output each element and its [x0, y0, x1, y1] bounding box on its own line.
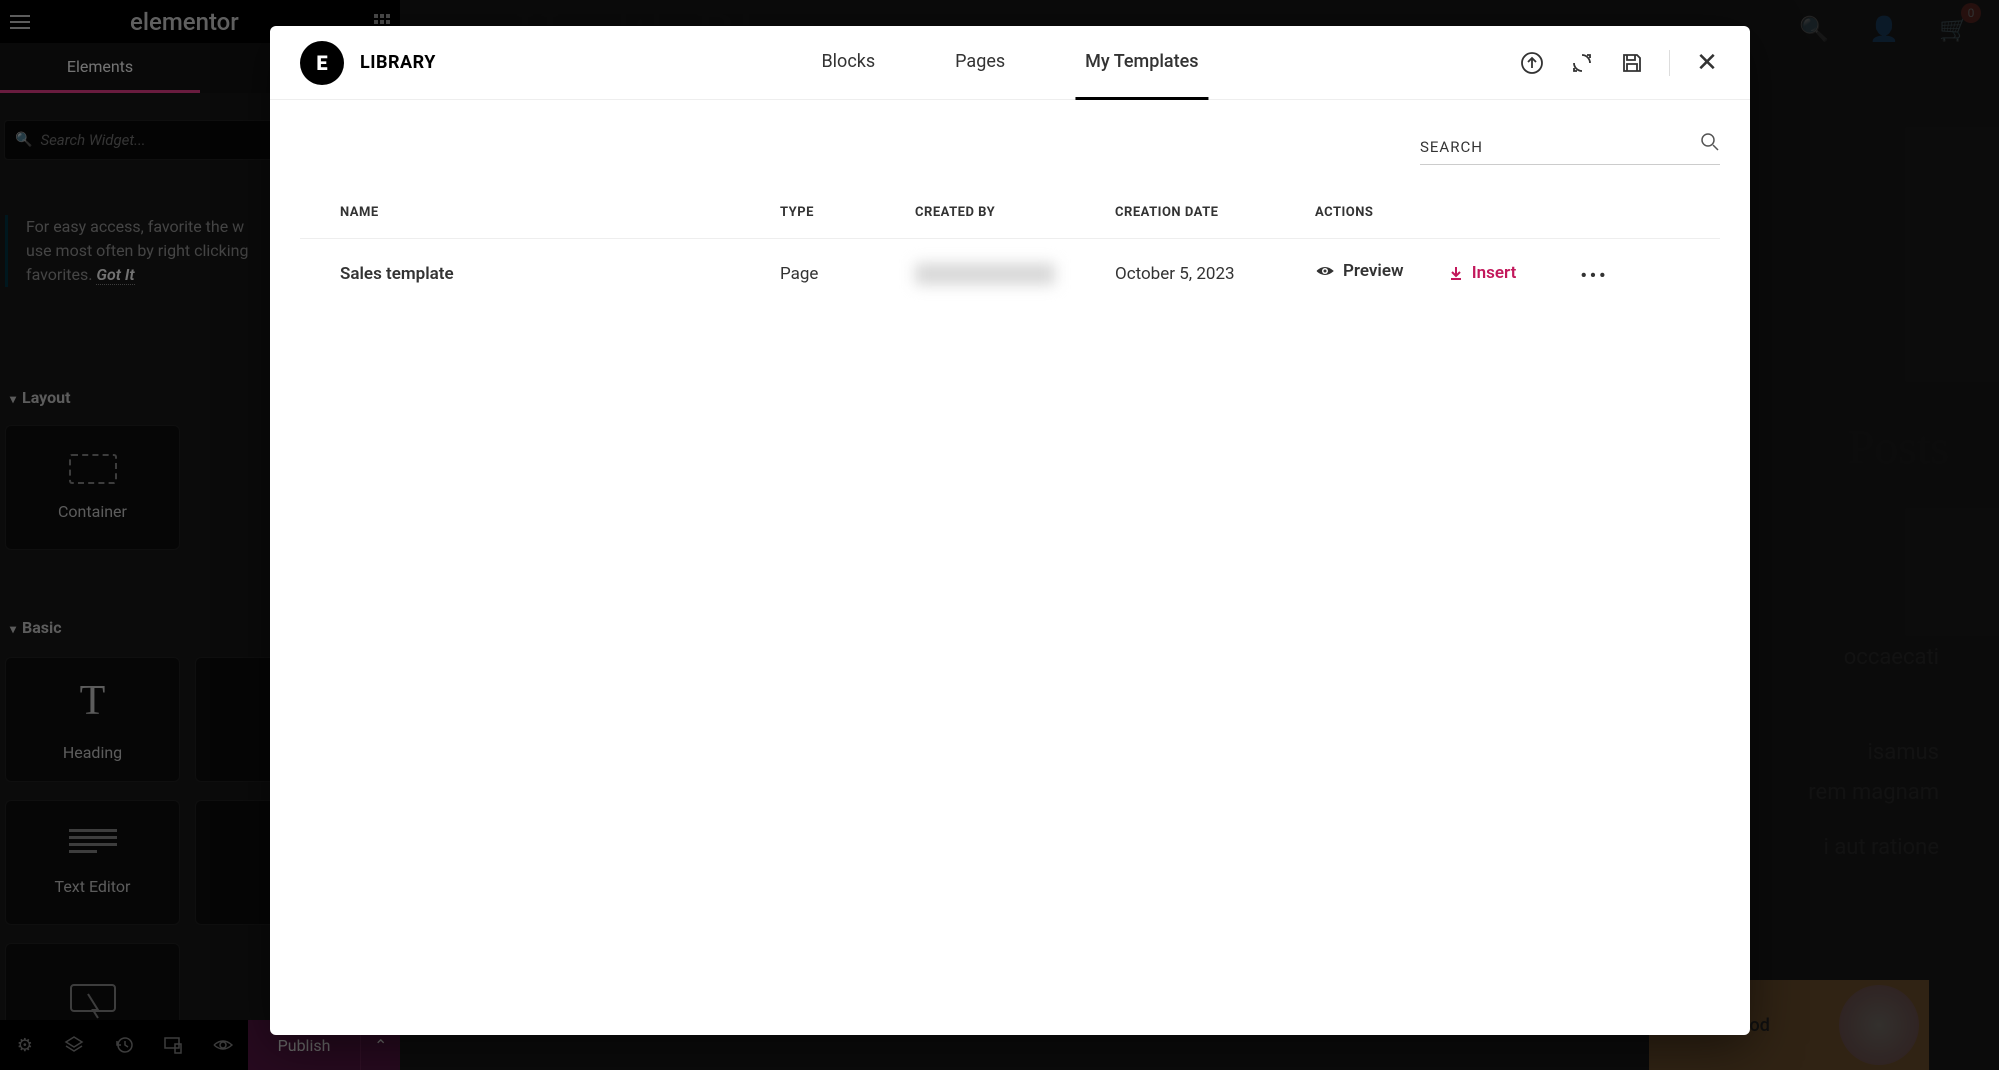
- template-search-input[interactable]: [1420, 130, 1720, 165]
- template-name: Sales template: [340, 264, 780, 284]
- preview-button[interactable]: Preview: [1315, 261, 1404, 281]
- col-created-by: CREATED BY: [915, 205, 1115, 220]
- col-actions: ACTIONS: [1315, 205, 1635, 220]
- sync-icon[interactable]: [1569, 50, 1595, 76]
- template-type: Page: [780, 264, 915, 284]
- more-options-icon[interactable]: •••: [1581, 266, 1609, 286]
- template-created-by: [915, 263, 1115, 285]
- col-name: NAME: [340, 205, 780, 220]
- modal-header: E LIBRARY Blocks Pages My Templates ✕: [270, 26, 1750, 100]
- col-creation-date: CREATION DATE: [1115, 205, 1315, 220]
- modal-toolbar: [270, 100, 1750, 175]
- close-icon[interactable]: ✕: [1694, 50, 1720, 76]
- library-title: LIBRARY: [360, 52, 436, 73]
- download-icon: [1448, 265, 1464, 281]
- save-icon[interactable]: [1619, 50, 1645, 76]
- tab-my-templates[interactable]: My Templates: [1075, 26, 1208, 100]
- elementor-logo-icon: E: [300, 41, 344, 85]
- col-type: TYPE: [780, 205, 915, 220]
- template-actions: Preview Insert •••: [1315, 261, 1635, 286]
- modal-tabs: Blocks Pages My Templates: [811, 26, 1208, 100]
- search-icon[interactable]: [1700, 132, 1720, 152]
- search-wrap: [1420, 130, 1720, 165]
- table-header: NAME TYPE CREATED BY CREATION DATE ACTIO…: [300, 175, 1720, 239]
- divider: [1669, 50, 1670, 76]
- tab-blocks[interactable]: Blocks: [811, 26, 885, 100]
- tab-pages[interactable]: Pages: [945, 26, 1015, 100]
- insert-label: Insert: [1472, 263, 1517, 283]
- preview-label: Preview: [1343, 261, 1404, 281]
- eye-icon: [1315, 261, 1335, 281]
- upload-icon[interactable]: [1519, 50, 1545, 76]
- header-icons: ✕: [1519, 50, 1720, 76]
- table-row: Sales template Page October 5, 2023 Prev…: [300, 239, 1720, 308]
- library-modal: E LIBRARY Blocks Pages My Templates ✕: [270, 26, 1750, 1035]
- insert-button[interactable]: Insert: [1448, 263, 1517, 283]
- template-date: October 5, 2023: [1115, 264, 1315, 284]
